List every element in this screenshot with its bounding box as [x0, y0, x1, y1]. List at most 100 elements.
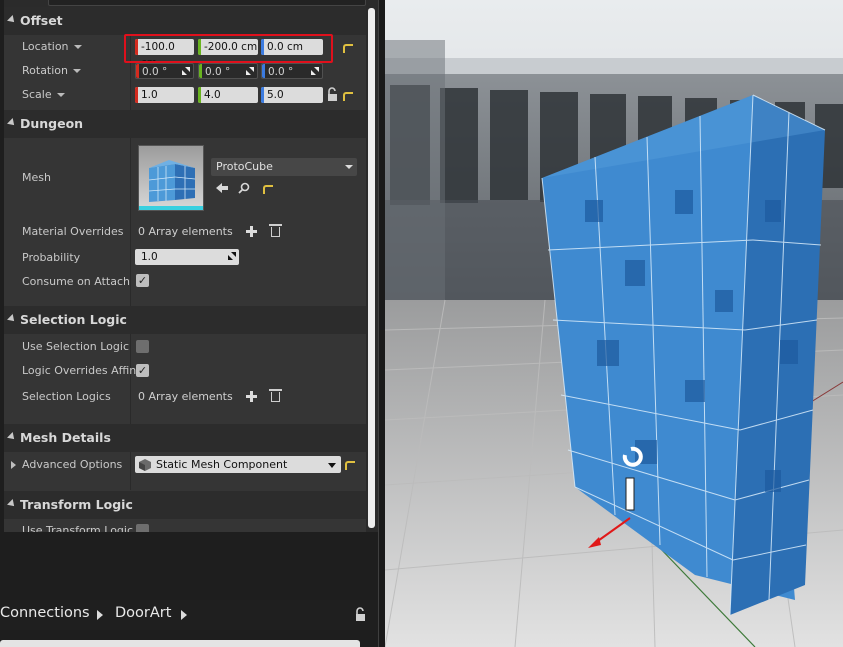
selection-logic-rows: Use Selection Logic Logic Overrides Affi… — [4, 334, 366, 424]
dungeon-rows: Mesh ProtoCube Material Overrides 0 Arra… — [4, 138, 366, 306]
location-highlight-box — [124, 34, 333, 63]
expand-triangle-icon — [7, 118, 17, 128]
consume-on-attach-label: Consume on Attach — [22, 275, 130, 288]
lock-icon[interactable] — [354, 607, 367, 622]
material-overrides-label: Material Overrides — [22, 225, 124, 238]
category-mesh-details[interactable]: Mesh Details — [4, 424, 366, 452]
spin-arrows-icon[interactable] — [228, 252, 236, 260]
browse-arrow-icon[interactable] — [216, 182, 228, 194]
rotation-y-value: 0.0 ° — [205, 66, 231, 78]
location-label-text: Location — [22, 40, 69, 53]
details-search-box[interactable] — [48, 0, 366, 6]
category-label: Dungeon — [20, 116, 84, 131]
spin-arrows-icon[interactable] — [182, 67, 190, 75]
logic-overrides-checkbox[interactable]: ✓ — [136, 364, 149, 377]
mesh-component-dropdown[interactable]: Static Mesh Component — [135, 456, 341, 473]
expand-triangle-icon — [7, 432, 17, 442]
cube-thumbnail-icon — [139, 146, 203, 210]
lock-icon[interactable] — [326, 87, 339, 103]
scrollbar-thumb[interactable] — [368, 8, 375, 528]
breadcrumb-item-connections[interactable]: Connections — [0, 605, 90, 621]
category-label: Selection Logic — [20, 312, 127, 327]
mesh-component-value: Static Mesh Component — [156, 458, 288, 471]
axis-y-marker — [199, 64, 202, 78]
chevron-down-icon — [345, 165, 353, 169]
selection-logics-value: 0 Array elements — [138, 390, 233, 403]
collapsed-triangle-icon[interactable] — [11, 461, 16, 469]
divider-line — [378, 0, 379, 647]
logic-overrides-label: Logic Overrides Affin — [22, 364, 137, 377]
details-scrollbar[interactable] — [366, 0, 378, 532]
mesh-asset-name: ProtoCube — [216, 160, 273, 173]
plus-icon[interactable] — [246, 226, 257, 237]
category-selection-logic[interactable]: Selection Logic — [4, 306, 366, 334]
spin-arrows-icon[interactable] — [246, 67, 254, 75]
probability-label: Probability — [22, 251, 81, 264]
scale-label[interactable]: Scale — [22, 88, 65, 101]
category-offset[interactable]: Offset — [4, 7, 366, 35]
scale-y-field[interactable]: 4.0 — [198, 87, 258, 103]
breadcrumb-separator-icon — [97, 610, 103, 620]
spin-arrows-icon[interactable] — [311, 67, 319, 75]
rotation-z-value: 0.0 ° — [268, 66, 294, 78]
scale-y-value: 4.0 — [204, 89, 221, 101]
details-panel: Offset Location -100.0 cm -200.0 cm 0.0 … — [4, 0, 366, 532]
reset-arrow-icon[interactable] — [263, 185, 273, 194]
scale-x-value: 1.0 — [141, 89, 158, 101]
material-overrides-value: 0 Array elements — [138, 225, 233, 238]
use-transform-logic-checkbox[interactable] — [136, 524, 149, 532]
rotation-y-field[interactable]: 0.0 ° — [198, 63, 258, 79]
axis-z-marker — [262, 64, 265, 78]
trash-icon[interactable] — [269, 224, 282, 237]
probability-value: 1.0 — [141, 251, 158, 263]
category-dungeon[interactable]: Dungeon — [4, 110, 366, 138]
column-separator — [130, 334, 131, 424]
static-mesh-component-icon — [139, 459, 151, 471]
category-label: Mesh Details — [20, 430, 111, 445]
scale-z-field[interactable]: 5.0 — [261, 87, 323, 103]
rotation-z-field[interactable]: 0.0 ° — [261, 63, 323, 79]
chevron-down-icon — [328, 463, 336, 468]
reset-arrow-icon[interactable] — [345, 461, 355, 470]
axis-x-marker — [136, 64, 139, 78]
left-panel: Offset Location -100.0 cm -200.0 cm 0.0 … — [0, 0, 385, 647]
selection-logics-label: Selection Logics — [22, 390, 111, 403]
dropdown-arrow-icon — [73, 69, 82, 73]
mesh-details-rows: Advanced Options Static Mesh Component — [4, 452, 366, 490]
mesh-label: Mesh — [22, 171, 51, 184]
consume-on-attach-checkbox[interactable]: ✓ — [136, 274, 149, 287]
trash-icon[interactable] — [269, 389, 282, 402]
column-separator — [130, 452, 131, 490]
viewport-3d[interactable] — [385, 0, 843, 647]
search-icon[interactable] — [238, 182, 250, 194]
use-selection-logic-checkbox[interactable] — [136, 340, 149, 353]
expand-triangle-icon — [7, 499, 17, 509]
breadcrumb-item-doorart[interactable]: DoorArt — [115, 605, 171, 621]
location-label[interactable]: Location — [22, 40, 82, 53]
dropdown-arrow-icon — [56, 93, 65, 97]
rotation-label[interactable]: Rotation — [22, 64, 82, 77]
expand-triangle-icon — [7, 15, 17, 25]
use-selection-logic-label: Use Selection Logic — [22, 340, 129, 353]
mesh-thumbnail[interactable] — [138, 145, 204, 211]
category-transform-logic[interactable]: Transform Logic — [4, 491, 366, 519]
use-transform-logic-label: Use Transform Logic — [22, 524, 134, 532]
search-bar-strip[interactable] — [0, 640, 360, 647]
rotation-x-value: 0.0 ° — [142, 66, 168, 78]
reset-arrow-icon[interactable] — [343, 44, 353, 53]
advanced-options-label: Advanced Options — [22, 458, 123, 471]
axis-y-marker — [198, 87, 201, 103]
panel-divider[interactable] — [378, 0, 385, 647]
plus-icon[interactable] — [246, 391, 257, 402]
scale-x-field[interactable]: 1.0 — [135, 87, 194, 103]
scale-label-text: Scale — [22, 88, 52, 101]
transform-logic-rows: Use Transform Logic — [4, 519, 366, 532]
reset-arrow-icon[interactable] — [343, 92, 353, 101]
breadcrumb-separator-icon — [181, 610, 187, 620]
axis-z-marker — [261, 87, 264, 103]
probability-field[interactable]: 1.0 — [135, 249, 239, 265]
mesh-asset-dropdown[interactable]: ProtoCube — [211, 158, 357, 176]
viewport-scene — [385, 0, 843, 647]
rotation-x-field[interactable]: 0.0 ° — [135, 63, 194, 79]
dropdown-arrow-icon — [73, 45, 82, 49]
